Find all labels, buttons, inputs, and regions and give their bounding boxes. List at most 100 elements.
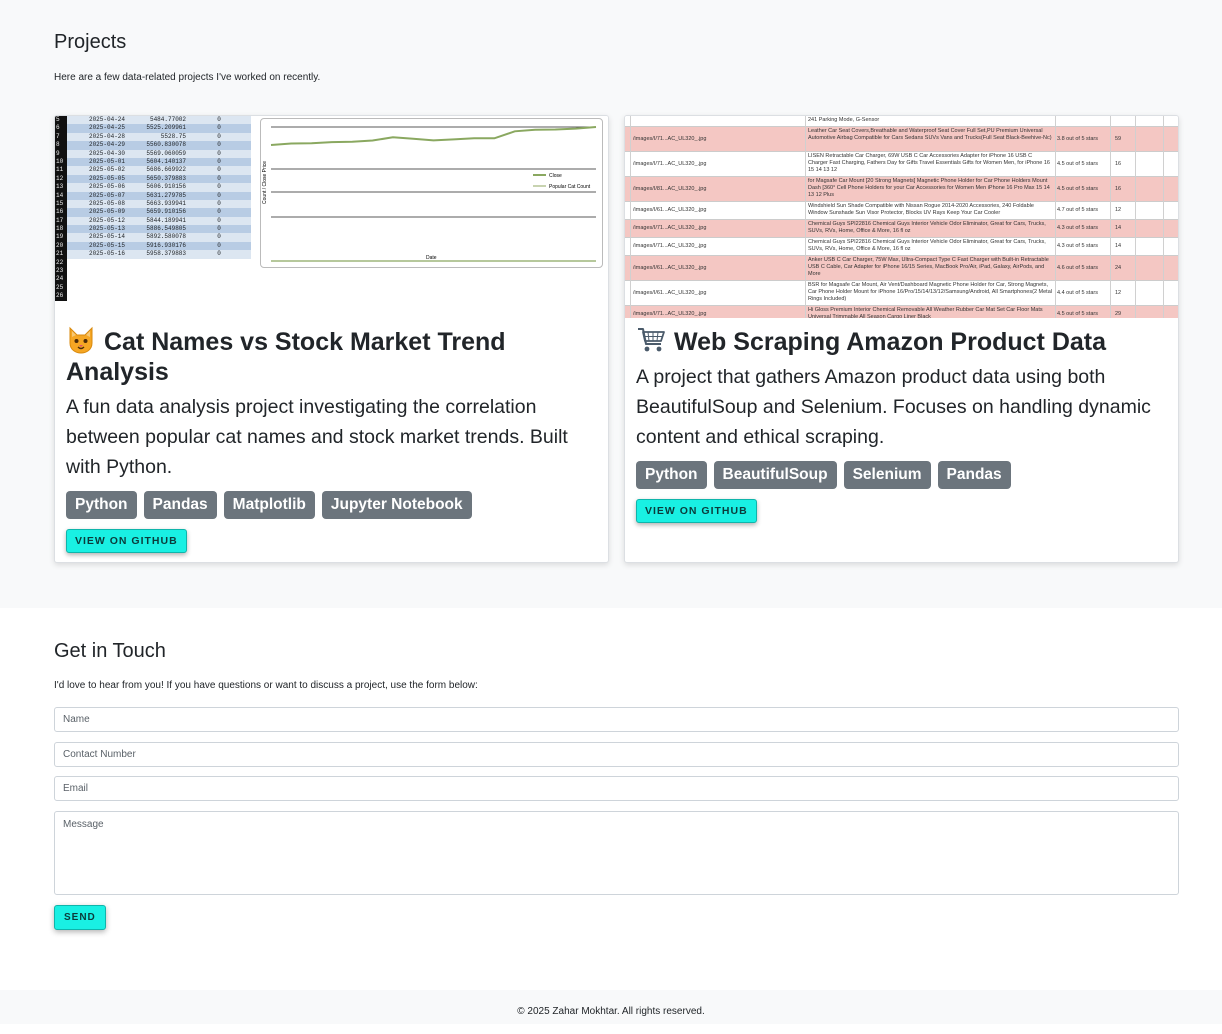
sheet-cell: 17	[55, 216, 67, 226]
sheet-cell: /images/I/71...AC_UL320_.jpg	[633, 311, 707, 317]
message-field[interactable]	[54, 811, 1179, 895]
sheet-cell: /images/I/71...AC_UL320_.jpg	[633, 160, 707, 167]
sheet-cell: 0	[217, 166, 221, 174]
sheet-cell	[129, 275, 189, 283]
sheet-row: 9 2025-04-30 5569.060059 0	[55, 149, 251, 158]
sheet-cell: 3.8 out of 5 stars	[1057, 135, 1098, 142]
tag-selenium: Selenium	[843, 461, 931, 489]
sheet-cell: 0	[217, 174, 221, 182]
sheet-cell: 2025-04-25	[88, 124, 125, 132]
sheet-cell: 2025-05-13	[88, 225, 125, 233]
sheet-cell	[189, 275, 249, 283]
sheet-row: /images/I/71...AC_UL320_.jpg LISEN Retrac…	[625, 152, 1178, 177]
sheet-row: /images/I/71...AC_UL320_.jpg Chemical Guy…	[625, 238, 1178, 256]
sheet-cell: 4.3 out of 5 stars	[1057, 225, 1098, 231]
sheet-row: 19 2025-05-14 5892.580078 0	[55, 233, 251, 242]
send-button[interactable]: SEND	[54, 905, 106, 930]
sheet-row: 21 2025-05-16 5958.379883 0	[55, 250, 251, 259]
sheet-cell	[67, 259, 129, 267]
sheet-cell: 0	[217, 183, 221, 191]
sheet-row: 14 2025-05-07 5631.279785 0	[55, 191, 251, 200]
tech-tags: Python Pandas Matplotlib Jupyter Noteboo…	[66, 491, 472, 519]
sheet-cell: 19	[55, 233, 67, 242]
sheet-cell	[189, 267, 249, 275]
sheet-cell: 0	[217, 124, 221, 132]
sheet-cell: 26	[55, 292, 67, 301]
sheet-cell: 5560.830078	[146, 141, 186, 149]
sheet-row: 7 2025-04-28 5528.75 0	[55, 132, 251, 142]
sheet-row: 15 2025-05-08 5663.939941 0	[55, 199, 251, 209]
sheet-cell: 0	[217, 225, 221, 233]
contact-intro: I'd love to hear from you! If you have q…	[54, 680, 478, 691]
sheet-row: 23	[55, 267, 251, 276]
sheet-cell: 16	[55, 208, 67, 217]
sheet-cell: /images/I/71...AC_UL320_.jpg	[633, 225, 707, 231]
sheet-cell: 24	[55, 275, 67, 284]
sheet-cell: /images/I/81...AC_UL320_.jpg	[633, 185, 707, 192]
sheet-cell: 0	[217, 116, 221, 123]
view-on-github-button[interactable]: VIEW ON GITHUB	[636, 499, 757, 523]
sheet-cell: 2025-05-05	[88, 174, 125, 182]
sheet-row: 11 2025-05-02 5686.669922 0	[55, 166, 251, 175]
sheet-cell: 5916.930176	[146, 241, 186, 249]
sheet-cell: 5631.279785	[146, 191, 186, 199]
sheet-cell	[189, 292, 249, 300]
sheet-cell: 5	[55, 116, 67, 125]
sheet-cell: 2025-05-08	[88, 199, 125, 207]
sheet-cell: 7	[55, 132, 67, 142]
line-chart-svg: Count / Close Price Date Close Popular C…	[262, 126, 597, 262]
sheet-cell	[67, 275, 129, 283]
sheet-row: 16 2025-05-09 5659.910156 0	[55, 208, 251, 217]
shopping-cart-icon	[636, 326, 666, 354]
sheet-cell: 5686.669922	[146, 166, 186, 174]
spreadsheet-thumbnail: 241 Parking Mode, G-Sensor/images/I/71..…	[625, 116, 1178, 318]
sheet-cell: 0	[217, 141, 221, 149]
sheet-cell: 16	[1115, 160, 1122, 167]
sheet-gridline	[1055, 116, 1056, 318]
sheet-cell: 0	[217, 191, 221, 199]
chart-y-label: Count / Close Price	[262, 161, 268, 204]
sheet-row: 20 2025-05-15 5916.930176 0	[55, 241, 251, 251]
project-title-text: Web Scraping Amazon Product Data	[674, 328, 1107, 356]
name-field[interactable]	[54, 707, 1179, 732]
sheet-cell: 0	[217, 233, 221, 241]
sheet-cell: 0	[217, 157, 221, 165]
email-field[interactable]	[54, 776, 1179, 801]
sheet-cell: for Magsafe Car Mount [20 Strong Magnets…	[808, 178, 1050, 198]
spreadsheet-thumbnail: 5 2025-04-24 5484.77002 0 6 2025-04-25 5525.20…	[55, 116, 251, 318]
sheet-cell: 4.6 out of 5 stars	[1057, 264, 1098, 271]
sheet-cell	[67, 284, 129, 292]
contact-number-field[interactable]	[54, 742, 1179, 767]
view-on-github-button[interactable]: VIEW ON GITHUB	[66, 529, 187, 553]
sheet-cell: 4.4 out of 5 stars	[1057, 289, 1098, 296]
sheet-row: 25	[55, 283, 251, 293]
sheet-cell: 16	[1115, 185, 1122, 192]
sheet-cell: 2025-04-30	[88, 149, 125, 157]
sheet-cell: 2025-05-09	[88, 208, 125, 216]
sheet-cell: Hi Gloss Premium Interior Chemical Remov…	[808, 307, 1043, 318]
thumbnail-line-chart: Count / Close Price Date Close Popular C…	[260, 118, 603, 268]
sheet-gridline	[805, 116, 806, 318]
project-title: Cat Names vs Stock Market Trend Analysis	[66, 326, 596, 387]
project-card-cat-names: 5 2025-04-24 5484.77002 0 6 2025-04-25 5525.20…	[54, 115, 609, 563]
project-thumbnail: 5 2025-04-24 5484.77002 0 6 2025-04-25 5525.20…	[55, 116, 608, 318]
footer: © 2025 Zahar Mokhtar. All rights reserve…	[0, 990, 1222, 1024]
project-card-web-scraping: 241 Parking Mode, G-Sensor/images/I/71..…	[624, 115, 1179, 563]
sheet-cell: 5569.060059	[146, 149, 186, 157]
project-description: A project that gathers Amazon product da…	[636, 366, 1151, 448]
sheet-row: /images/I/71...AC_UL320_.jpg Chemical Guy…	[625, 220, 1178, 238]
sheet-cell: 10	[55, 157, 67, 167]
sheet-cell	[67, 267, 129, 275]
sheet-row: /images/I/61...AC_UL320_.jpg BSR for Mags…	[625, 281, 1178, 306]
sheet-cell: LISEN Retractable Car Charger, 69W USB C…	[808, 153, 1050, 173]
sheet-cell: 6	[55, 124, 67, 133]
sheet-cell: 5886.549805	[146, 225, 186, 233]
tag-pandas: Pandas	[937, 461, 1011, 489]
sheet-row: 241 Parking Mode, G-Sensor	[625, 116, 1178, 127]
sheet-cell: 0	[217, 250, 221, 258]
sheet-cell	[189, 284, 249, 292]
sheet-cell: 12	[1115, 207, 1122, 213]
sheet-cell: /images/I/61...AC_UL320_.jpg	[633, 289, 707, 296]
sheet-cell: Anker USB C Car Charger, 75W Max, Ultra-…	[808, 257, 1049, 277]
sheet-cell: 15	[55, 199, 67, 209]
